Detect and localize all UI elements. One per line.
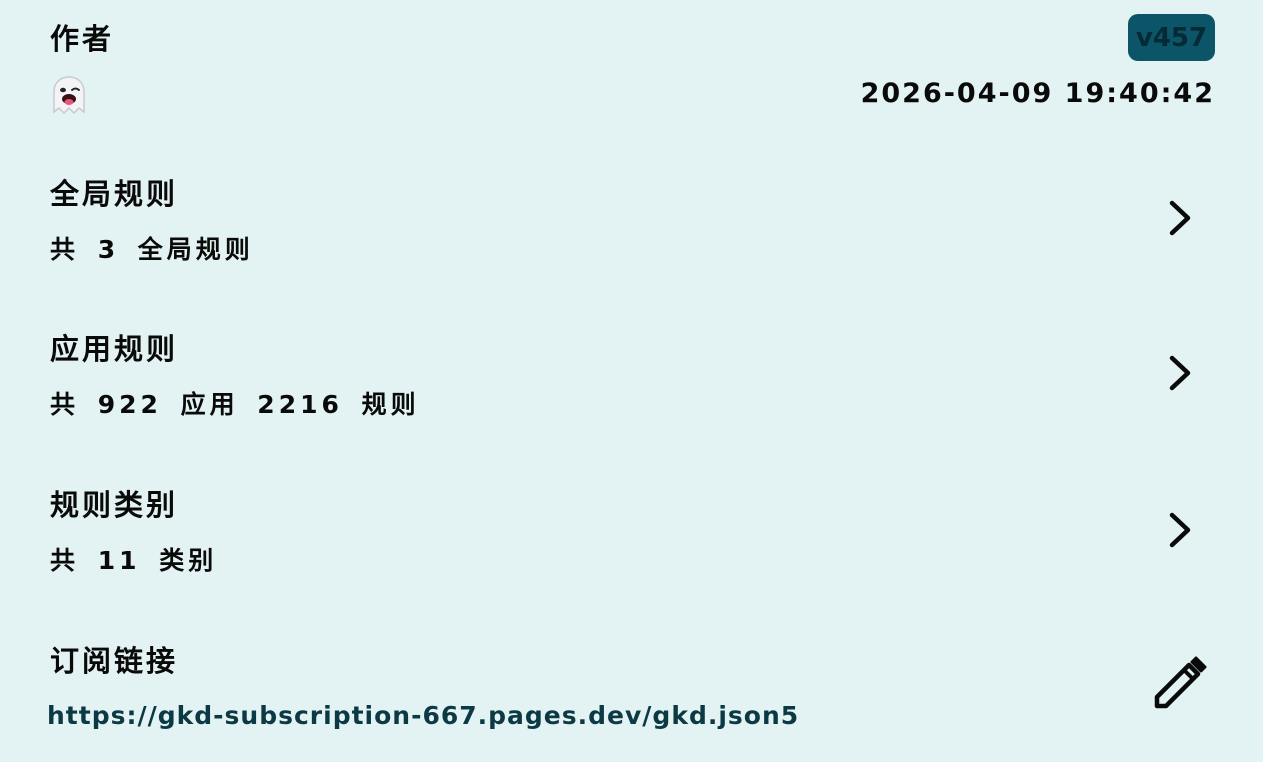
global-rules-title: 全局规则 [50, 177, 179, 211]
global-rules-summary: 共 3 全局规则 [50, 235, 254, 264]
rule-categories-summary: 共 11 类别 [50, 546, 218, 575]
chevron-right-icon [1169, 355, 1191, 391]
app-rules-row[interactable]: 应用规则 共 922 应用 2216 规则 [0, 305, 1263, 455]
app-rules-title: 应用规则 [50, 332, 179, 366]
rule-categories-title: 规则类别 [50, 488, 179, 522]
app-rules-summary: 共 922 应用 2216 规则 [50, 390, 420, 419]
rule-categories-row[interactable]: 规则类别 共 11 类别 [0, 460, 1263, 610]
global-rules-row[interactable]: 全局规则 共 3 全局规则 [0, 150, 1263, 300]
subscription-url[interactable]: https://gkd-subscription-667.pages.dev/g… [47, 703, 799, 728]
updated-datetime: 2026-04-09 19:40:42 [860, 78, 1215, 109]
version-badge: v457 [1128, 14, 1215, 61]
pencil-icon[interactable] [1150, 656, 1210, 716]
chevron-right-icon [1169, 200, 1191, 236]
ghost-emoji-icon [53, 76, 85, 115]
subscription-title: 订阅链接 [50, 644, 179, 678]
chevron-right-icon [1169, 512, 1191, 548]
author-title: 作者 [50, 22, 115, 56]
